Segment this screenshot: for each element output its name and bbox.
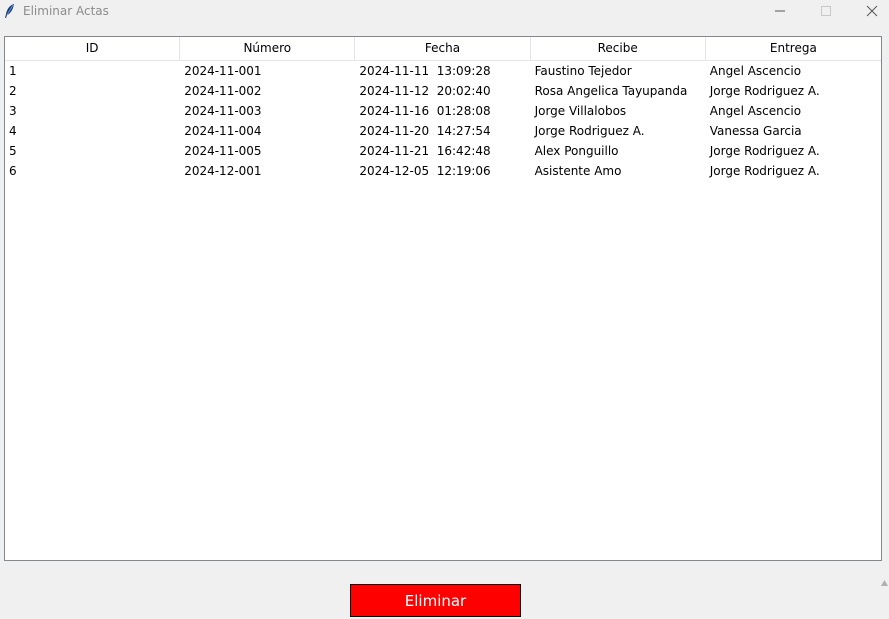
- minimize-button[interactable]: [757, 0, 803, 22]
- cell-entrega: Vanessa Garcia: [709, 124, 802, 138]
- cell-id: 3: [9, 104, 17, 118]
- maximize-button[interactable]: [803, 0, 849, 22]
- cell-numero: 2024-11-004: [184, 124, 262, 138]
- close-icon: [866, 5, 878, 17]
- cell-entrega: Jorge Rodriguez A.: [709, 84, 820, 98]
- title-bar[interactable]: Eliminar Actas: [0, 0, 889, 22]
- column-header-fecha[interactable]: Fecha: [355, 37, 531, 61]
- table-body: 1 2024-11-001 2024-11-11 13:09:28 Fausti…: [5, 61, 881, 181]
- column-header-numero[interactable]: Número: [180, 37, 356, 61]
- cell-entrega: Jorge Rodriguez A.: [709, 144, 820, 158]
- cell-id: 5: [9, 144, 17, 158]
- actas-table[interactable]: ID Número Fecha Recibe Entrega 1 2024-11…: [4, 36, 882, 561]
- cell-numero: 2024-11-003: [184, 104, 262, 118]
- table-row[interactable]: 4 2024-11-004 2024-11-20 14:27:54 Jorge …: [5, 121, 881, 141]
- table-row[interactable]: 1 2024-11-001 2024-11-11 13:09:28 Fausti…: [5, 61, 881, 81]
- close-button[interactable]: [849, 0, 889, 22]
- cell-recibe: Faustino Tejedor: [534, 64, 632, 78]
- cell-entrega: Angel Ascencio: [709, 64, 802, 78]
- cell-fecha: 2024-11-11 13:09:28: [359, 64, 491, 78]
- app-window: Eliminar Actas ID Número Fecha Recibe En…: [0, 0, 889, 619]
- cell-entrega: Angel Ascencio: [709, 104, 802, 118]
- cell-fecha: 2024-11-21 16:42:48: [359, 144, 491, 158]
- table-row[interactable]: 5 2024-11-005 2024-11-21 16:42:48 Alex P…: [5, 141, 881, 161]
- cell-id: 4: [9, 124, 17, 138]
- table-header: ID Número Fecha Recibe Entrega: [5, 37, 881, 61]
- cell-recibe: Asistente Amo: [534, 164, 622, 178]
- feather-icon: [4, 3, 16, 19]
- cell-id: 2: [9, 84, 17, 98]
- cell-entrega: Jorge Rodriguez A.: [709, 164, 820, 178]
- window-title: Eliminar Actas: [23, 4, 109, 18]
- cell-fecha: 2024-12-05 12:19:06: [359, 164, 491, 178]
- cell-fecha: 2024-11-20 14:27:54: [359, 124, 491, 138]
- cell-numero: 2024-11-001: [184, 64, 262, 78]
- cell-id: 6: [9, 164, 17, 178]
- minimize-icon: [775, 10, 785, 12]
- column-header-id[interactable]: ID: [5, 37, 181, 61]
- cell-recibe: Alex Ponguillo: [534, 144, 619, 158]
- column-header-recibe[interactable]: Recibe: [530, 37, 706, 61]
- cell-recibe: Jorge Villalobos: [534, 104, 627, 118]
- cell-numero: 2024-11-005: [184, 144, 262, 158]
- cell-numero: 2024-11-002: [184, 84, 262, 98]
- cell-recibe: Jorge Rodriguez A.: [534, 124, 645, 138]
- table-row[interactable]: 6 2024-12-001 2024-12-05 12:19:06 Asiste…: [5, 161, 881, 181]
- cell-numero: 2024-12-001: [184, 164, 262, 178]
- cell-id: 1: [9, 64, 17, 78]
- cell-fecha: 2024-11-16 01:28:08: [359, 104, 491, 118]
- column-header-entrega[interactable]: Entrega: [705, 37, 881, 61]
- table-row[interactable]: 3 2024-11-003 2024-11-16 01:28:08 Jorge …: [5, 101, 881, 121]
- table-row[interactable]: 2 2024-11-002 2024-11-12 20:02:40 Rosa A…: [5, 81, 881, 101]
- scroll-up-arrow-icon[interactable]: [880, 575, 889, 587]
- maximize-icon: [821, 6, 831, 16]
- cell-recibe: Rosa Angelica Tayupanda: [534, 84, 688, 98]
- cell-fecha: 2024-11-12 20:02:40: [359, 84, 491, 98]
- delete-selected-button[interactable]: Eliminar Seleccionado: [350, 584, 521, 617]
